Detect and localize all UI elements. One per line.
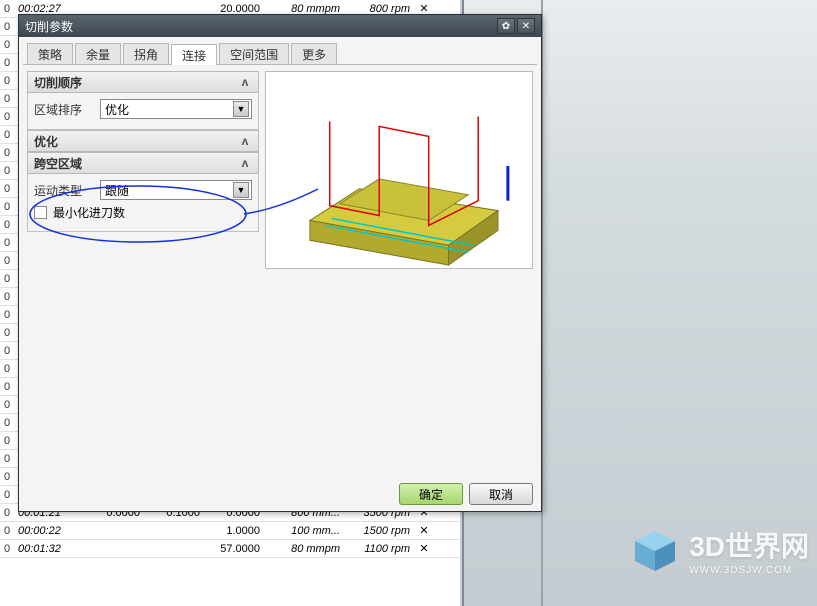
tab-strip: 策略 余量 拐角 连接 空间范围 更多 (23, 41, 537, 65)
chevron-up-icon: ʌ (238, 75, 252, 89)
chevron-down-icon: ʌ (238, 134, 252, 148)
tab-stock[interactable]: 余量 (75, 43, 121, 64)
preview-pane (265, 71, 533, 269)
section-cut-order[interactable]: 切削顺序 ʌ (27, 71, 259, 93)
chevron-down-icon: ▼ (233, 101, 249, 117)
tab-connection[interactable]: 连接 (171, 44, 217, 65)
tab-corner[interactable]: 拐角 (123, 43, 169, 64)
cancel-button[interactable]: 取消 (469, 483, 533, 505)
cutting-parameters-dialog: 切削参数 ✿ ✕ 策略 余量 拐角 连接 空间范围 更多 切削顺序 ʌ 区域排序 (18, 14, 542, 512)
table-row: 000:01:3257.000080 mmpm1100 rpm✕ (0, 540, 460, 558)
chevron-up-icon: ʌ (238, 156, 252, 170)
close-icon[interactable]: ✕ (414, 524, 434, 537)
section-open-area[interactable]: 跨空区域 ʌ (27, 152, 259, 174)
cube-icon (631, 527, 679, 575)
tab-spatial[interactable]: 空间范围 (219, 43, 289, 64)
watermark: 3D世界网 WWW.3DSJW.COM (631, 525, 809, 576)
ok-button[interactable]: 确定 (399, 483, 463, 505)
chevron-down-icon: ▼ (233, 182, 249, 198)
table-row: 000:00:221.0000100 mm...1500 rpm✕ (0, 522, 460, 540)
close-icon[interactable]: ✕ (517, 18, 535, 34)
gear-icon[interactable]: ✿ (497, 18, 515, 34)
region-sort-label: 区域排序 (34, 101, 94, 118)
region-sort-select[interactable]: 优化 ▼ (100, 99, 252, 119)
motion-type-label: 运动类型 (34, 182, 94, 199)
section-optimize[interactable]: 优化 ʌ (27, 130, 259, 152)
close-icon[interactable]: ✕ (414, 542, 434, 555)
dialog-titlebar[interactable]: 切削参数 ✿ ✕ (19, 15, 541, 37)
dialog-title: 切削参数 (25, 18, 73, 35)
minimize-engage-checkbox[interactable] (34, 206, 47, 219)
motion-type-select[interactable]: 跟随 ▼ (100, 180, 252, 200)
minimize-engage-label: 最小化进刀数 (53, 204, 125, 221)
tab-strategy[interactable]: 策略 (27, 43, 73, 64)
tab-more[interactable]: 更多 (291, 43, 337, 64)
